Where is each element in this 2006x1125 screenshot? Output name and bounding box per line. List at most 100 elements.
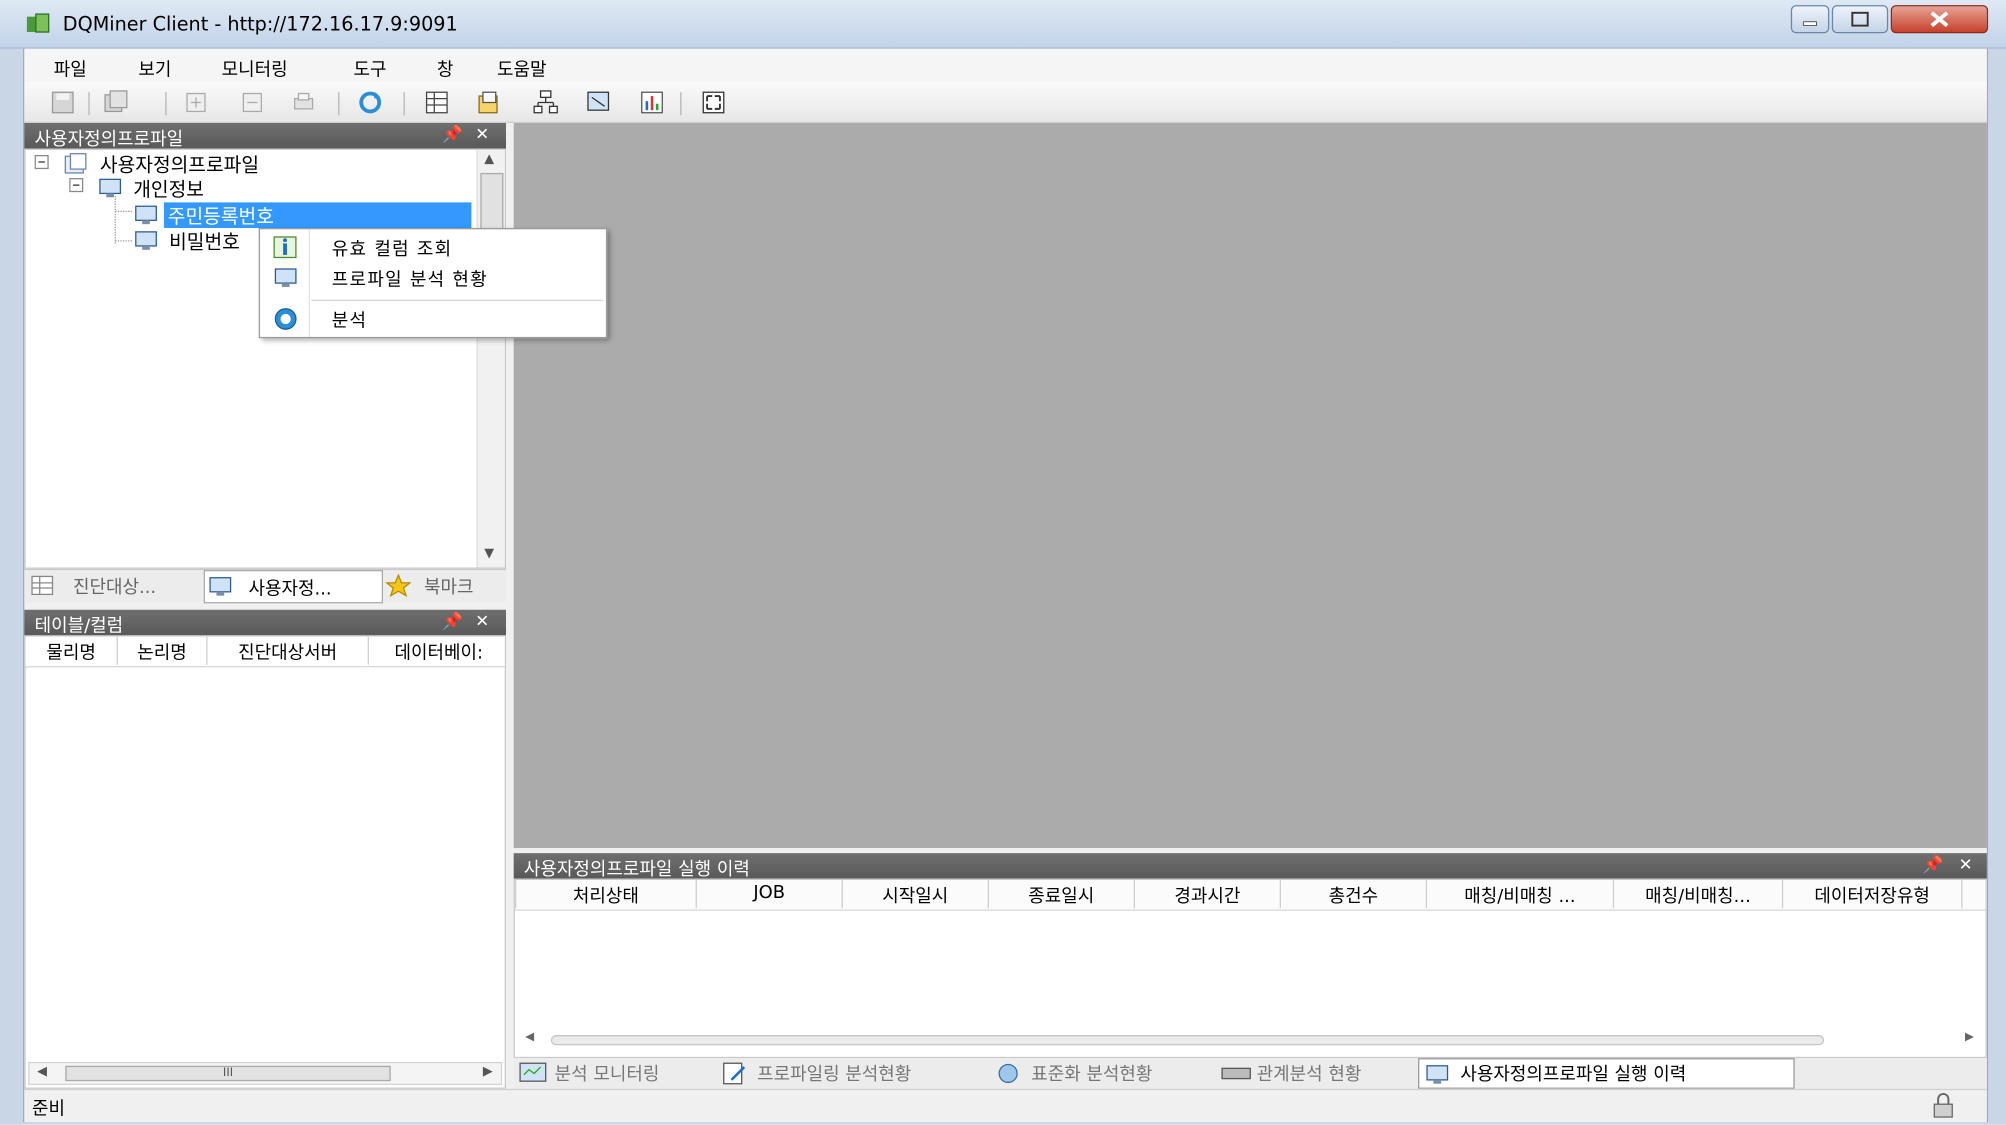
close-button[interactable]: [1890, 5, 1989, 34]
column-header[interactable]: 논리명: [118, 636, 208, 665]
scroll-left-icon[interactable]: ◀: [37, 1065, 47, 1079]
scroll-thumb[interactable]: III: [65, 1065, 391, 1082]
tab-label: 관계분석 현황: [1256, 1064, 1362, 1086]
tree-item-selected[interactable]: 주민등록번호: [163, 202, 472, 229]
column-header[interactable]: 시작일시: [843, 880, 989, 909]
table-column-header: 물리명 논리명 진단대상서버 데이터베이:: [25, 636, 505, 668]
history-column-header: 처리상태 JOB 시작일시 종료일시 경과시간 총건수 매칭/비매칭 ... 매…: [514, 880, 1986, 911]
maximize-button[interactable]: [1831, 5, 1889, 34]
profile-panel-title: 사용자정의프로파일: [34, 129, 184, 150]
column-header[interactable]: 진단대상서버: [208, 636, 369, 665]
column-header[interactable]: 처리상태: [514, 880, 697, 909]
tree-root-label[interactable]: 사용자정의프로파일: [100, 151, 259, 178]
left-tab-strip: 진단대상... 사용자정... 북마크: [24, 568, 506, 604]
column-header[interactable]: 데이터저장유형: [1783, 880, 1963, 909]
relation-icon: [1221, 1067, 1251, 1080]
scroll-right-icon[interactable]: ▶: [1965, 1031, 1974, 1044]
column-header[interactable]: JOB: [697, 880, 843, 909]
scroll-down-icon[interactable]: ▼: [484, 547, 494, 561]
menu-item-valid-columns[interactable]: 유효 컬럼 조회: [263, 232, 604, 263]
column-header[interactable]: 경과시간: [1135, 880, 1281, 909]
chart-icon[interactable]: [639, 90, 665, 116]
monitor-icon[interactable]: [585, 90, 611, 116]
minimize-icon: [1803, 21, 1817, 27]
tree-collapse-icon[interactable]: [69, 178, 84, 193]
tab-user-profile[interactable]: 사용자정...: [203, 570, 384, 604]
panel-close-icon[interactable]: ✕: [1959, 856, 1973, 875]
context-menu: 유효 컬럼 조회 프로파일 분석 현황 분석: [258, 228, 608, 339]
menu-tools[interactable]: 도구: [354, 56, 387, 82]
save-all-icon[interactable]: [104, 90, 130, 116]
column-header[interactable]: 종료일시: [989, 880, 1135, 909]
profile-panel-header: 사용자정의프로파일 📌 ✕: [24, 122, 506, 150]
tab-analysis-monitoring[interactable]: 분석 모니터링: [516, 1058, 708, 1086]
pin-icon[interactable]: 📌: [442, 126, 463, 145]
history-panel-header: 사용자정의프로파일 실행 이력 📌 ✕: [513, 853, 1987, 880]
tab-label: 표준화 분석현황: [1031, 1064, 1153, 1086]
menu-window[interactable]: 창: [437, 56, 454, 82]
refresh-icon[interactable]: [357, 90, 383, 116]
table-icon[interactable]: [424, 90, 450, 116]
menu-help[interactable]: 도움말: [497, 56, 546, 82]
horizontal-scrollbar[interactable]: ◀ ▶: [520, 1031, 1981, 1052]
profile-icon: [135, 205, 157, 225]
menu-monitoring[interactable]: 모니터링: [222, 56, 288, 82]
fullscreen-icon[interactable]: [701, 90, 727, 116]
hierarchy-icon[interactable]: [533, 90, 559, 116]
tab-label: 진단대상...: [73, 577, 157, 599]
tab-label: 사용자정...: [248, 579, 332, 600]
profile-tree: 사용자정의프로파일 개인정보 주민등록번호 비밀번호 ▲ ▼: [24, 148, 506, 569]
panel-close-icon[interactable]: ✕: [475, 612, 489, 631]
table-panel-header: 테이블/컬럼 📌 ✕: [24, 609, 506, 637]
scroll-thumb[interactable]: [480, 172, 504, 230]
scroll-left-icon[interactable]: ◀: [525, 1031, 534, 1044]
horizontal-scrollbar[interactable]: ◀ III ▶: [28, 1061, 503, 1086]
history-panel-body: 처리상태 JOB 시작일시 종료일시 경과시간 총건수 매칭/비매칭 ... 매…: [513, 878, 1987, 1059]
scroll-right-icon[interactable]: ▶: [483, 1065, 493, 1079]
folder-icon: [64, 153, 87, 174]
tab-relation-status[interactable]: 관계분석 현황: [1216, 1058, 1413, 1086]
menu-view[interactable]: 보기: [138, 56, 171, 82]
tab-profile-history[interactable]: 사용자정의프로파일 실행 이력: [1418, 1058, 1795, 1089]
scroll-up-icon[interactable]: ▲: [484, 152, 494, 166]
column-header[interactable]: 매칭/비매칭 ...: [1427, 880, 1615, 909]
profile-icon: [209, 577, 232, 596]
report-icon: [723, 1062, 746, 1085]
tab-label: 사용자정의프로파일 실행 이력: [1460, 1064, 1687, 1086]
tree-collapse-icon[interactable]: [34, 155, 50, 170]
panel-close-icon[interactable]: ✕: [475, 126, 489, 145]
tab-profiling-status[interactable]: 프로파일링 분석현황: [716, 1058, 980, 1086]
toolbar-separator: [165, 92, 167, 116]
pin-icon[interactable]: 📌: [442, 612, 463, 631]
scroll-thumb[interactable]: [550, 1035, 1825, 1046]
print-icon[interactable]: [291, 90, 317, 116]
profile-icon: [135, 231, 157, 250]
bottom-tab-strip: 분석 모니터링 프로파일링 분석현황 표준화 분석현황 관계분석 현황 사용자정…: [513, 1058, 1987, 1089]
tab-diagnosis-target[interactable]: 진단대상...: [29, 570, 198, 601]
star-icon: [385, 573, 412, 597]
table-panel-title: 테이블/컬럼: [34, 616, 124, 637]
column-header[interactable]: 매칭/비매칭...: [1614, 880, 1784, 909]
app-icon: [26, 13, 50, 33]
column-header[interactable]: 총건수: [1281, 880, 1428, 909]
pin-icon[interactable]: 📌: [1923, 856, 1944, 875]
collapse-icon[interactable]: [240, 90, 266, 116]
tab-standardization-status[interactable]: 표준화 분석현황: [988, 1058, 1213, 1086]
menu-item-profile-status[interactable]: 프로파일 분석 현황: [263, 263, 604, 294]
tab-bookmark[interactable]: 북마크: [385, 570, 504, 601]
column-header[interactable]: 데이터베이:: [369, 637, 505, 665]
expand-icon[interactable]: [183, 90, 209, 116]
tab-label: 프로파일링 분석현황: [757, 1064, 912, 1086]
editor-area: [513, 122, 1987, 849]
minimize-button[interactable]: [1790, 5, 1830, 34]
report-icon[interactable]: [475, 90, 501, 116]
tree-item-label[interactable]: 비밀번호: [169, 228, 240, 255]
vertical-scrollbar[interactable]: ▲ ▼: [476, 149, 505, 568]
toolbar-separator: [88, 92, 90, 116]
menu-item-analyze[interactable]: 분석: [263, 304, 604, 335]
menu-file[interactable]: 파일: [54, 56, 87, 82]
monitor-icon: [519, 1062, 547, 1082]
column-header[interactable]: 물리명: [26, 636, 118, 665]
save-icon[interactable]: [50, 90, 76, 116]
menu-item-label: 유효 컬럼 조회: [331, 239, 453, 261]
